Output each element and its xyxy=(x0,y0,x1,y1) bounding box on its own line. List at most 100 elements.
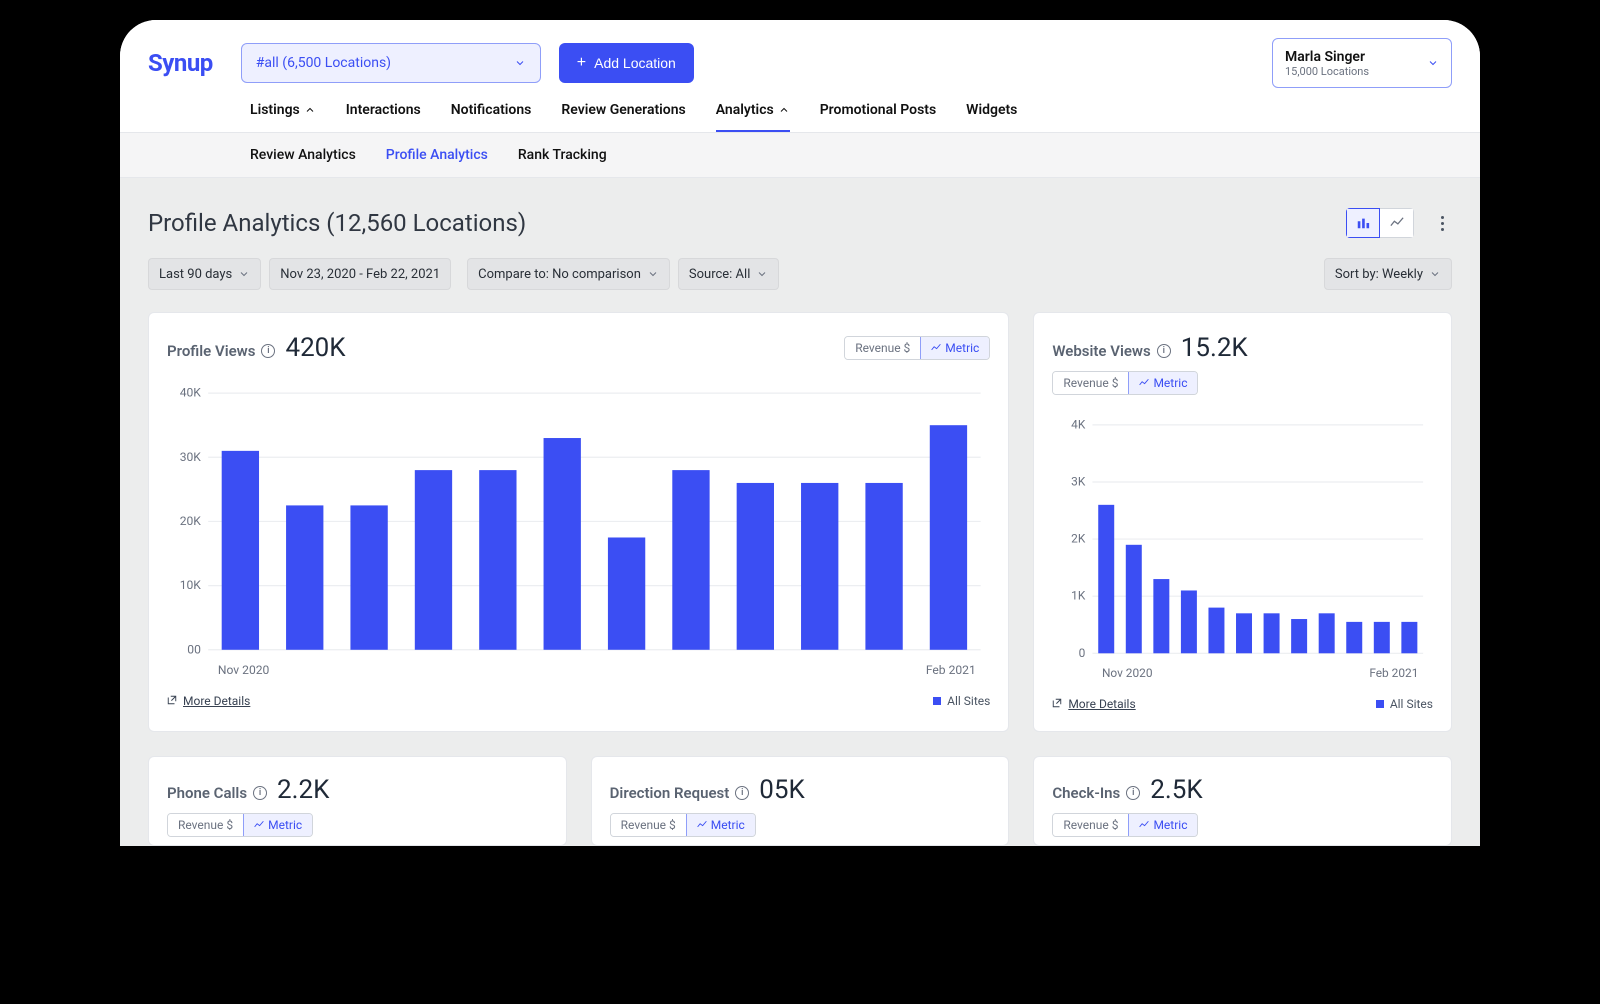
plus-icon: + xyxy=(577,55,586,71)
nav-promotional-posts[interactable]: Promotional Posts xyxy=(820,102,936,132)
subnav-rank-tracking[interactable]: Rank Tracking xyxy=(518,147,607,163)
chevron-up-icon xyxy=(778,104,790,116)
chart-legend: All Sites xyxy=(933,694,990,708)
metric-toggle: Revenue $ Metric xyxy=(610,813,756,837)
info-icon[interactable]: i xyxy=(261,344,275,358)
svg-text:30K: 30K xyxy=(180,450,202,464)
metric-toggle-button[interactable]: Metric xyxy=(920,337,989,359)
metric-toggle: Revenue $ Metric xyxy=(1052,813,1198,837)
external-link-icon xyxy=(1052,697,1062,711)
nav-review-generations[interactable]: Review Generations xyxy=(561,102,685,132)
more-details-link[interactable]: More Details xyxy=(167,694,250,708)
nav-notifications[interactable]: Notifications xyxy=(451,102,532,132)
line-chart-icon xyxy=(1139,820,1149,830)
svg-text:20K: 20K xyxy=(180,514,202,528)
chart-view-toggle xyxy=(1346,208,1414,238)
profile-views-value: 420K xyxy=(285,333,345,363)
subnav-profile-analytics[interactable]: Profile Analytics xyxy=(386,147,488,163)
line-chart-icon xyxy=(1390,216,1404,230)
svg-text:2K: 2K xyxy=(1072,532,1087,546)
svg-text:Feb 2021: Feb 2021 xyxy=(1370,666,1419,680)
compare-filter[interactable]: Compare to: No comparison xyxy=(467,258,670,290)
subnav-review-analytics[interactable]: Review Analytics xyxy=(250,147,356,163)
page-title: Profile Analytics (12,560 Locations) xyxy=(148,209,526,237)
svg-text:00: 00 xyxy=(187,642,201,656)
nav-interactions[interactable]: Interactions xyxy=(346,102,421,132)
revenue-toggle[interactable]: Revenue $ xyxy=(845,337,920,359)
svg-text:40K: 40K xyxy=(180,386,202,400)
svg-text:0: 0 xyxy=(1079,646,1086,660)
location-selector-label: #all (6,500 Locations) xyxy=(256,55,391,71)
check-ins-card: Check-Insi 2.5K Revenue $ Metric xyxy=(1033,756,1452,846)
chevron-down-icon xyxy=(1429,268,1441,280)
bar-chart-icon xyxy=(1356,216,1370,230)
svg-text:4K: 4K xyxy=(1072,417,1087,431)
chevron-down-icon xyxy=(514,57,526,69)
metric-toggle-button[interactable]: Metric xyxy=(686,814,755,836)
user-name: Marla Singer xyxy=(1285,49,1369,65)
sub-nav: Review Analytics Profile Analytics Rank … xyxy=(120,133,1480,177)
line-chart-icon xyxy=(697,820,707,830)
nav-analytics[interactable]: Analytics xyxy=(716,102,790,132)
info-icon[interactable]: i xyxy=(735,786,749,800)
brand-logo: Synup xyxy=(148,49,213,77)
more-details-link[interactable]: More Details xyxy=(1052,697,1135,711)
filter-row: Last 90 days Nov 23, 2020 - Feb 22, 2021… xyxy=(148,258,1452,290)
nav-listings[interactable]: Listings xyxy=(250,102,316,132)
more-menu-button[interactable] xyxy=(1432,216,1452,231)
line-chart-icon xyxy=(1139,378,1149,388)
date-range-detail[interactable]: Nov 23, 2020 - Feb 22, 2021 xyxy=(269,258,451,290)
svg-text:Feb 2021: Feb 2021 xyxy=(926,663,976,677)
bar-view-button[interactable] xyxy=(1346,208,1380,238)
revenue-toggle[interactable]: Revenue $ xyxy=(611,814,686,836)
info-icon[interactable]: i xyxy=(1126,786,1140,800)
revenue-toggle[interactable]: Revenue $ xyxy=(168,814,243,836)
metric-toggle-button[interactable]: Metric xyxy=(1128,372,1197,394)
metric-toggle: Revenue $ Metric xyxy=(844,336,990,360)
source-filter[interactable]: Source: All xyxy=(678,258,779,290)
line-view-button[interactable] xyxy=(1380,208,1414,238)
chevron-down-icon xyxy=(238,268,250,280)
location-selector[interactable]: #all (6,500 Locations) xyxy=(241,43,541,83)
chevron-down-icon xyxy=(756,268,768,280)
chevron-down-icon xyxy=(647,268,659,280)
svg-text:Nov 2020: Nov 2020 xyxy=(218,663,270,677)
metric-toggle-button[interactable]: Metric xyxy=(1128,814,1197,836)
small-cards-row: Phone Callsi 2.2K Revenue $ Metric Direc… xyxy=(148,756,1452,846)
profile-views-card: Profile Views i 420K Revenue $ Metric xyxy=(148,312,1009,732)
nav-widgets[interactable]: Widgets xyxy=(966,102,1017,132)
phone-calls-card: Phone Callsi 2.2K Revenue $ Metric xyxy=(148,756,567,846)
topbar: Synup #all (6,500 Locations) + Add Locat… xyxy=(120,20,1480,88)
line-chart-icon xyxy=(254,820,264,830)
add-location-button[interactable]: + Add Location xyxy=(559,43,694,83)
svg-text:10K: 10K xyxy=(180,578,202,592)
metric-toggle-button[interactable]: Metric xyxy=(243,814,312,836)
line-chart-icon xyxy=(931,343,941,353)
info-icon[interactable]: i xyxy=(1157,344,1171,358)
svg-text:1K: 1K xyxy=(1072,589,1087,603)
revenue-toggle[interactable]: Revenue $ xyxy=(1053,372,1128,394)
svg-text:Nov 2020: Nov 2020 xyxy=(1102,666,1153,680)
revenue-toggle[interactable]: Revenue $ xyxy=(1053,814,1128,836)
info-icon[interactable]: i xyxy=(253,786,267,800)
chevron-down-icon xyxy=(1427,57,1439,69)
profile-views-title: Profile Views i xyxy=(167,342,275,360)
content: Profile Analytics (12,560 Locations) Las… xyxy=(120,178,1480,846)
website-views-value: 15.2K xyxy=(1181,333,1248,363)
add-location-label: Add Location xyxy=(594,55,676,71)
chart-legend: All Sites xyxy=(1376,697,1433,711)
view-controls xyxy=(1346,208,1452,238)
svg-text:3K: 3K xyxy=(1072,475,1087,489)
user-sub: 15,000 Locations xyxy=(1285,65,1369,78)
date-range-filter[interactable]: Last 90 days xyxy=(148,258,261,290)
user-selector[interactable]: Marla Singer 15,000 Locations xyxy=(1272,38,1452,88)
direction-request-card: Direction Requesti 05K Revenue $ Metric xyxy=(591,756,1010,846)
metric-toggle: Revenue $ Metric xyxy=(1052,371,1198,395)
external-link-icon xyxy=(167,694,177,708)
profile-views-chart: 00 10K 20K 30K 40K Nov 2020 Feb 2021 xyxy=(167,381,990,684)
chevron-up-icon xyxy=(304,104,316,116)
website-views-card: Website Views i 15.2K Revenue $ Metric 0… xyxy=(1033,312,1452,732)
sort-filter[interactable]: Sort by: Weekly xyxy=(1324,258,1452,290)
legend-swatch xyxy=(1376,700,1384,708)
app-window: Synup #all (6,500 Locations) + Add Locat… xyxy=(120,20,1480,846)
